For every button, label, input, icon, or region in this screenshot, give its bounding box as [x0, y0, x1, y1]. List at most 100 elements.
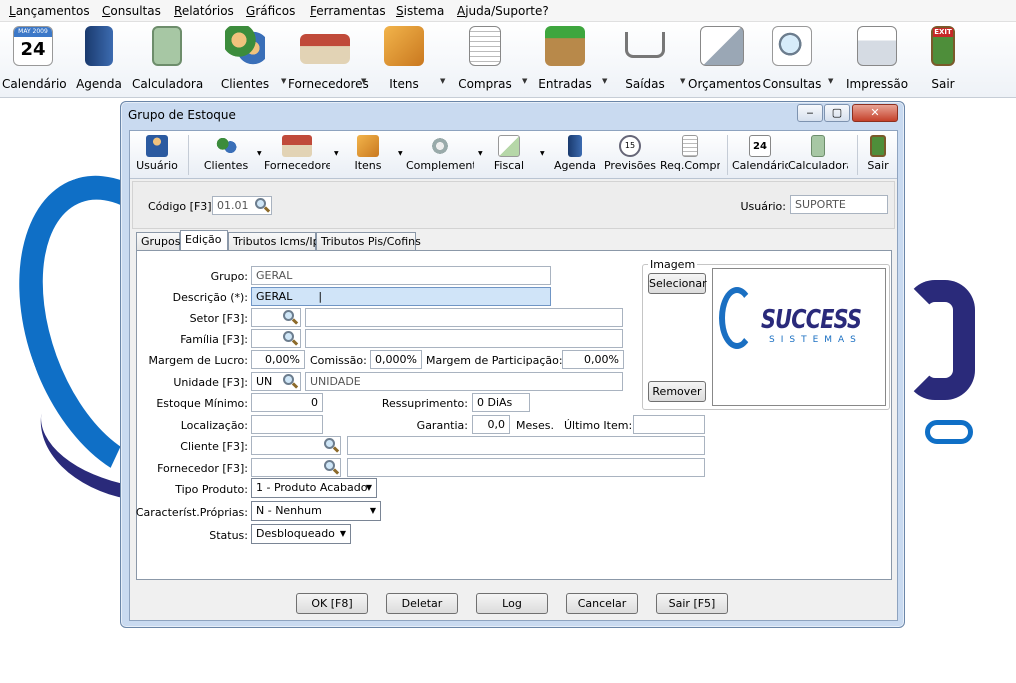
comissao-input[interactable]: 0,000% [370, 350, 422, 369]
selecionar-button[interactable]: Selecionar [648, 273, 707, 294]
ok-button[interactable]: OK [F8] [296, 593, 368, 614]
codigo-search-icon[interactable] [253, 197, 271, 214]
status-select[interactable]: Desbloqueado ▼ [251, 524, 351, 544]
tipo-produto-label: Tipo Produto: [175, 483, 248, 496]
toolbar-agenda-button[interactable]: Agenda [70, 22, 128, 98]
menu-ferramentas[interactable]: Ferramentas [310, 4, 386, 18]
dtb-clientes-arrow[interactable]: ▼ [257, 150, 262, 157]
dtb-fornecedores-arrow[interactable]: ▼ [334, 150, 339, 157]
dtb-itens-button[interactable]: Itens [346, 131, 390, 179]
dialog-body: Usuário Clientes ▼ Fornecedores ▼ Itens … [129, 130, 898, 621]
menu-consultas[interactable]: Consultas [102, 4, 161, 18]
unidade-desc-input[interactable]: UNIDADE [305, 372, 623, 391]
fornecedor-desc-input[interactable] [347, 458, 705, 477]
entradas-dropdown-arrow[interactable]: ▼ [602, 77, 607, 85]
menu-lancamentos[interactable]: Lançamentos [9, 4, 90, 18]
menu-sistema[interactable]: Sistema [396, 4, 444, 18]
localizacao-input[interactable] [251, 415, 323, 434]
suppliers-icon [282, 135, 312, 157]
dtb-agenda-button[interactable]: Agenda [552, 131, 598, 179]
ultimo-item-input[interactable] [633, 415, 705, 434]
clientes-dropdown-arrow[interactable]: ▼ [281, 77, 286, 85]
estoque-minimo-label: Estoque Mínimo: [156, 397, 248, 410]
toolbar-calculadora-button[interactable]: Calculadora [132, 22, 203, 98]
close-button[interactable]: ✕ [852, 104, 898, 122]
deletar-button[interactable]: Deletar [386, 593, 458, 614]
tipo-produto-select[interactable]: 1 - Produto Acabado ▼ [251, 478, 377, 498]
sair-button[interactable]: Sair [F5] [656, 593, 728, 614]
cancelar-button[interactable]: Cancelar [566, 593, 638, 614]
main-toolbar: MAY 2009 24 Calendário Agenda Calculador… [0, 22, 1016, 98]
toolbar-orcamentos-button[interactable]: Orçamentos [688, 22, 761, 98]
usuario-input[interactable]: SUPORTE [790, 195, 888, 214]
margem-lucro-input[interactable]: 0,00% [251, 350, 305, 369]
dtb-reqcompr-button[interactable]: Req.Compr [660, 131, 720, 179]
cliente-desc-input[interactable] [347, 436, 705, 455]
dtb-itens-arrow[interactable]: ▼ [398, 150, 403, 157]
dtb-calendario-button[interactable]: 24 Calendário [732, 131, 788, 179]
toolbar-itens-button[interactable]: Itens [376, 22, 432, 98]
estoque-minimo-input[interactable]: 0 [251, 393, 323, 412]
caracteristicas-select[interactable]: N - Nenhum ▼ [251, 501, 381, 521]
toolbar-compras-button[interactable]: Compras [456, 22, 514, 98]
tab-grupos[interactable]: Grupos [136, 232, 180, 251]
comissao-value: 0,000% [375, 353, 417, 366]
printer-icon [857, 26, 897, 66]
dtb-complementos-arrow[interactable]: ▼ [478, 150, 483, 157]
saidas-dropdown-arrow[interactable]: ▼ [680, 77, 685, 85]
dtb-complementos-button[interactable]: Complementos [406, 131, 474, 179]
toolbar-clientes-button[interactable]: Clientes [214, 22, 276, 98]
dtb-calculadora-button[interactable]: Calculadora [788, 131, 848, 179]
menu-graficos[interactable]: Gráficos [246, 4, 295, 18]
dtb-fiscal-arrow[interactable]: ▼ [540, 150, 545, 157]
toolbar-impressao-button[interactable]: Impressão [846, 22, 908, 98]
unidade-label: Unidade [F3]: [173, 376, 248, 389]
garantia-input[interactable]: 0,0 [472, 415, 510, 434]
maximize-button[interactable]: ▢ [824, 104, 850, 122]
budget-icon [700, 26, 744, 66]
log-button[interactable]: Log [476, 593, 548, 614]
toolbar-saidas-button[interactable]: Saídas [614, 22, 676, 98]
remover-button[interactable]: Remover [648, 381, 706, 402]
unidade-search-icon[interactable] [281, 373, 299, 390]
dtb-previsoes-button[interactable]: 15 Previsões [602, 131, 658, 179]
familia-search-icon[interactable] [281, 330, 299, 347]
grupo-input[interactable]: GERAL [251, 266, 551, 285]
tab-strip: Grupos Edição Tributos Icms/Ipi Tributos… [132, 230, 895, 252]
menu-relatorios[interactable]: Relatórios [174, 4, 234, 18]
calendar-icon: 24 [749, 135, 771, 157]
dtb-fornecedores-button[interactable]: Fornecedores [264, 131, 330, 179]
fornecedor-search-icon[interactable] [322, 459, 340, 476]
familia-desc-input[interactable] [305, 329, 623, 348]
status-value: Desbloqueado [256, 527, 335, 540]
dtb-fiscal-button[interactable]: Fiscal [486, 131, 532, 179]
toolbar-separator [727, 135, 728, 175]
margem-participacao-input[interactable]: 0,00% [562, 350, 624, 369]
tab-edicao[interactable]: Edição [180, 230, 228, 251]
compras-dropdown-arrow[interactable]: ▼ [522, 77, 527, 85]
minimize-button[interactable]: ‒ [797, 104, 823, 122]
dtb-usuario-button[interactable]: Usuário [132, 131, 182, 179]
dtb-sair-button[interactable]: Sair [862, 131, 894, 179]
cliente-search-icon[interactable] [322, 437, 340, 454]
tab-tributos-icms-ipi[interactable]: Tributos Icms/Ipi [228, 232, 323, 251]
toolbar-sair-button[interactable]: EXIT Sair [918, 22, 968, 98]
descricao-input[interactable]: GERAL | [251, 287, 551, 306]
toolbar-fornecedores-button[interactable]: Fornecedores [288, 22, 369, 98]
ressuprimento-value: 0 DiAs [477, 396, 513, 409]
familia-label: Família [F3]: [180, 333, 248, 346]
ressuprimento-input[interactable]: 0 DiAs [472, 393, 530, 412]
menu-ajuda-suporte[interactable]: Ajuda/Suporte? [457, 4, 549, 18]
toolbar-consultas-button[interactable]: Consultas [762, 22, 822, 98]
toolbar-entradas-button[interactable]: Entradas [536, 22, 594, 98]
dtb-clientes-button[interactable]: Clientes [198, 131, 254, 179]
toolbar-calendario-button[interactable]: MAY 2009 24 Calendário [2, 22, 67, 98]
request-icon [682, 135, 698, 157]
tab-tributos-pis-cofins[interactable]: Tributos Pis/Cofins [316, 232, 421, 251]
setor-search-icon[interactable] [281, 309, 299, 326]
grupo-estoque-dialog: Grupo de Estoque ‒ ▢ ✕ Usuário Clientes … [120, 101, 905, 628]
itens-dropdown-arrow[interactable]: ▼ [440, 77, 445, 85]
consultas-dropdown-arrow[interactable]: ▼ [828, 77, 833, 85]
setor-desc-input[interactable] [305, 308, 623, 327]
fornecedores-dropdown-arrow[interactable]: ▼ [361, 77, 366, 85]
